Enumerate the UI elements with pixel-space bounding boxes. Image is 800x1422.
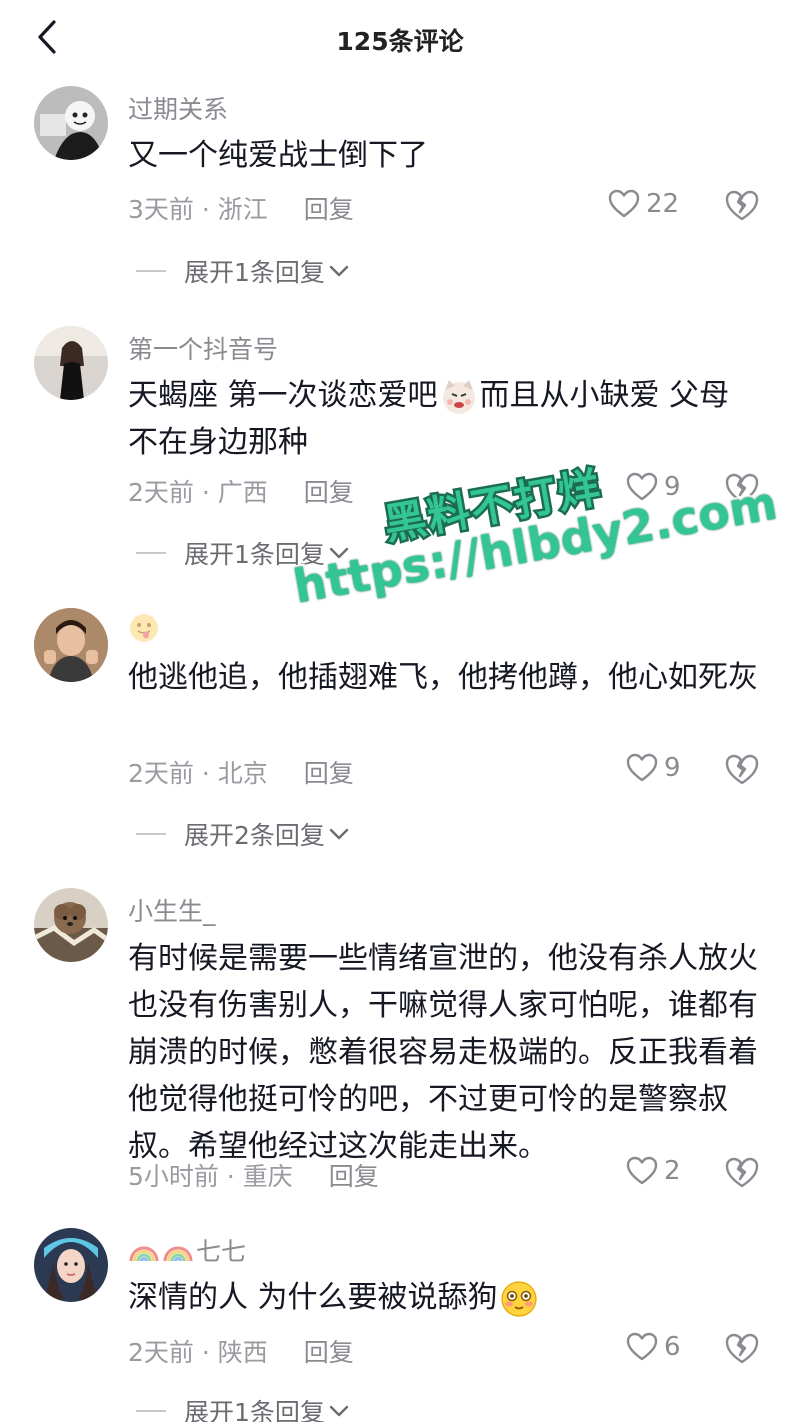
username-text: 过期关系 [128,95,229,124]
broken-heart-icon[interactable] [724,188,760,224]
like-button[interactable]: 9 [626,753,681,783]
comment-meta: 2天前 · 陕西 回复 [128,1338,354,1367]
comment-location: 北京 [217,759,268,788]
heart-icon [608,189,640,218]
avatar[interactable] [34,86,108,160]
comment-meta: 2天前 · 北京 回复 [128,759,354,788]
tongue-face-emoji-icon [130,614,158,642]
comment-username[interactable]: 第一个抖音号 [128,330,278,366]
like-count: 9 [664,753,681,783]
reply-button[interactable]: 回复 [304,759,354,788]
like-count: 2 [664,1156,681,1186]
comment-username[interactable]: 七七 [128,1232,246,1268]
reply-button[interactable]: 回复 [304,1338,354,1367]
blushing-face-emoji-icon [500,1280,537,1317]
username-text: 第一个抖音号 [128,335,279,364]
expand-label: 展开1条回复 [184,1398,325,1422]
rainbow-emoji-icon [129,1246,159,1262]
cat-emoji-icon [442,379,475,414]
like-count: 22 [646,189,680,219]
username-text: 小生生_ [128,897,216,926]
expand-replies-button[interactable]: 展开2条回复 [136,816,349,852]
expand-replies-button[interactable]: 展开1条回复 [136,1393,349,1422]
watermark: 黑料不打烊 https://hlbdy2.com [280,433,784,657]
avatar[interactable] [34,326,108,400]
comment-time: 5小时前 [128,1162,219,1191]
comment-time: 2天前 [128,478,194,507]
comment-username[interactable]: 小生生_ [128,892,216,928]
expand-label: 展开1条回复 [184,258,325,287]
chevron-down-icon [329,265,349,277]
username-text: 七七 [196,1237,247,1266]
content-part: 深情的人 为什么要被说舔狗 [128,1280,498,1315]
comment-location: 广西 [217,478,268,507]
avatar[interactable] [34,1228,108,1302]
comment-location: 陕西 [217,1338,268,1367]
reply-button[interactable]: 回复 [304,195,354,224]
avatar[interactable] [34,888,108,962]
divider-line [136,833,166,835]
comment-time: 3天前 [128,195,194,224]
broken-heart-icon[interactable] [724,1331,760,1367]
like-button[interactable]: 2 [626,1156,681,1186]
comment-meta: 5小时前 · 重庆 回复 [128,1162,379,1191]
broken-heart-icon[interactable] [724,752,760,788]
page-title: 125条评论 [336,27,464,56]
like-count: 6 [664,1332,681,1362]
divider-line [136,270,166,272]
rainbow-emoji-icon [163,1246,193,1262]
comment-text: 深情的人 为什么要被说舔狗 [128,1274,758,1321]
divider-line [136,552,166,554]
chevron-down-icon [329,828,349,840]
comment-time: 2天前 [128,759,194,788]
divider-line [136,1410,166,1412]
comment-username[interactable] [128,612,160,644]
heart-icon [626,1332,658,1361]
comment-text: 他逃他追，他插翅难飞，他拷他蹲，他心如死灰 [128,660,758,695]
header-bar: 125条评论 [0,0,800,80]
chevron-down-icon [329,1405,349,1417]
reply-button[interactable]: 回复 [329,1162,379,1191]
broken-heart-icon[interactable] [724,1155,760,1191]
heart-icon [626,1156,658,1185]
comment-meta: 3天前 · 浙江 回复 [128,195,354,224]
comment-time: 2天前 [128,1338,194,1367]
comment-text: 又一个纯爱战士倒下了 [128,138,428,173]
comment-text: 有时候是需要一些情绪宣泄的，他没有杀人放火也没有伤害别人，干嘛觉得人家可怕呢，谁… [128,941,758,1164]
expand-label: 展开2条回复 [184,821,325,850]
comment-location: 浙江 [217,195,268,224]
avatar[interactable] [34,608,108,682]
like-button[interactable]: 6 [626,1332,681,1362]
comment-username[interactable]: 过期关系 [128,90,228,126]
content-part: 天蝎座 第一次谈恋爱吧 [128,378,438,413]
heart-icon [626,753,658,782]
expand-replies-button[interactable]: 展开1条回复 [136,253,349,289]
comment-location: 重庆 [242,1162,293,1191]
like-button[interactable]: 22 [608,189,679,219]
